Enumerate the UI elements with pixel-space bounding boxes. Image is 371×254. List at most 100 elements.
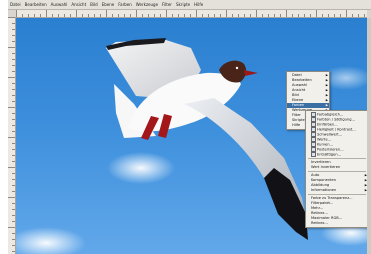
ruler-tick — [148, 14, 149, 17]
submenu-item-label: Werte... — [317, 137, 332, 142]
ruler-tick — [12, 29, 15, 30]
ruler-tick — [8, 167, 15, 168]
submenu-item-label: Abbildung — [311, 183, 330, 187]
menubar-item[interactable]: Skripte — [174, 2, 192, 7]
ruler-tick — [40, 14, 41, 17]
ruler-tick — [12, 23, 15, 24]
ruler-tick — [16, 10, 17, 17]
submenu-item[interactable]: Informationen ▶ — [306, 188, 367, 193]
ruler-tick — [232, 14, 233, 17]
submenu-item-label: Farbton / Sättigung... — [317, 117, 355, 122]
submenu-item-label: Einfärben... — [317, 122, 338, 127]
menubar-item[interactable]: Auswahl — [49, 2, 70, 7]
ruler-tick — [94, 14, 95, 17]
menubar-item[interactable]: Bearbeiten — [23, 2, 49, 7]
menubar-item[interactable]: Ansicht — [69, 2, 88, 7]
menubar-item[interactable]: Werkzeuge — [134, 2, 160, 7]
context-menu-item-label: Skripte — [292, 118, 305, 122]
submenu-item[interactable]: Retinex... — [306, 221, 367, 226]
vertical-scrollbar[interactable] — [367, 18, 371, 254]
menu-separator — [308, 194, 366, 195]
submenu-item[interactable]: Wert invertieren — [306, 165, 367, 170]
ruler-tick — [12, 113, 15, 114]
ruler-tick — [12, 209, 15, 210]
submenu-item-label: Maximaler RGB... — [311, 216, 343, 220]
ruler-tick — [22, 14, 23, 17]
ruler-tick — [12, 203, 15, 204]
ruler-tick — [12, 245, 15, 246]
context-menu-item-label: Ansicht — [292, 88, 306, 92]
context-menu-item-label: Ebene — [292, 98, 304, 102]
ruler-tick — [12, 71, 15, 72]
ruler-tick — [310, 14, 311, 17]
menubar-item[interactable]: Filter — [160, 2, 174, 7]
submenu-item-label: Farbe zu Transparenz... — [311, 196, 353, 200]
menubar-item[interactable]: Ebene — [100, 2, 117, 7]
ruler-tick — [358, 14, 359, 17]
ruler-tick — [262, 14, 263, 17]
menubar-item[interactable]: Bild — [88, 2, 100, 7]
submenu-item-label: Auto — [311, 173, 320, 177]
gull-beak — [244, 70, 258, 76]
menubar-item[interactable]: Hilfe — [192, 2, 205, 7]
ruler-tick — [166, 10, 167, 17]
context-menu-item-label: Bild — [292, 93, 299, 97]
menubar-item[interactable]: Datei — [8, 2, 23, 7]
ruler-tick — [82, 14, 83, 17]
ruler-tick — [12, 239, 15, 240]
ruler-tick — [142, 14, 143, 17]
ruler-tick — [12, 185, 15, 186]
ruler-tick — [304, 14, 305, 17]
ruler-tick — [12, 89, 15, 90]
tool-icon — [311, 152, 316, 157]
submenu-item[interactable]: Entsättigen... — [306, 152, 367, 157]
submenu-item-label: Filterpaket... — [311, 201, 334, 205]
ruler-tick — [136, 10, 137, 17]
ruler-tick — [316, 10, 317, 17]
submenu-item-label: Entsättigen... — [317, 152, 342, 157]
submenu-item-label: Kurven... — [317, 142, 333, 147]
ruler-tick — [124, 14, 125, 17]
ruler-tick — [118, 14, 119, 17]
ruler-tick — [58, 14, 59, 17]
ruler-tick — [154, 14, 155, 17]
ruler-tick — [12, 83, 15, 84]
menu-separator — [308, 158, 366, 159]
ruler-tick — [12, 95, 15, 96]
horizontal-ruler[interactable] — [16, 10, 367, 18]
image-canvas[interactable]: Datei ▶ Bearbeiten ▶ Auswahl ▶ Ansicht ▶ Bild ▶ Eb… — [16, 18, 367, 254]
ruler-tick — [76, 10, 77, 17]
ruler-tick — [244, 14, 245, 17]
context-menu-item-label: Hilfe — [292, 123, 301, 127]
ruler-tick — [130, 14, 131, 17]
submenu-item-label: Retinex... — [311, 211, 328, 215]
submenu-item-label: Helligkeit / Kontrast... — [317, 127, 356, 132]
ruler-tick — [280, 14, 281, 17]
ruler-tick — [12, 59, 15, 60]
submenu-item-label: Retinex... — [311, 221, 328, 225]
ruler-tick — [12, 119, 15, 120]
submenu-item-label: Schwellwert... — [317, 132, 343, 137]
ruler-tick — [184, 14, 185, 17]
ruler-tick — [172, 14, 173, 17]
ruler-tick — [8, 137, 15, 138]
ruler-tick — [178, 14, 179, 17]
ruler-tick — [12, 179, 15, 180]
ruler-tick — [8, 47, 15, 48]
ruler-tick — [298, 14, 299, 17]
ruler-tick — [12, 41, 15, 42]
ruler-tick — [250, 14, 251, 17]
ruler-tick — [268, 14, 269, 17]
context-menu-item-label: Auswahl — [292, 83, 308, 87]
ruler-tick — [160, 14, 161, 17]
ruler-tick — [52, 14, 53, 17]
menubar-item[interactable]: Farben — [116, 2, 134, 7]
ruler-tick — [46, 10, 47, 17]
ruler-tick — [340, 14, 341, 17]
ruler-tick — [12, 125, 15, 126]
ruler-tick — [12, 143, 15, 144]
menu-bar: Datei Bearbeiten Auswahl Ansicht Bild Ebene Fa… — [8, 0, 371, 10]
colors-submenu: Farbabgleich... Farbton / Sättigung... Ein… — [305, 110, 367, 228]
vertical-ruler[interactable] — [8, 17, 16, 254]
ruler-tick — [328, 14, 329, 17]
